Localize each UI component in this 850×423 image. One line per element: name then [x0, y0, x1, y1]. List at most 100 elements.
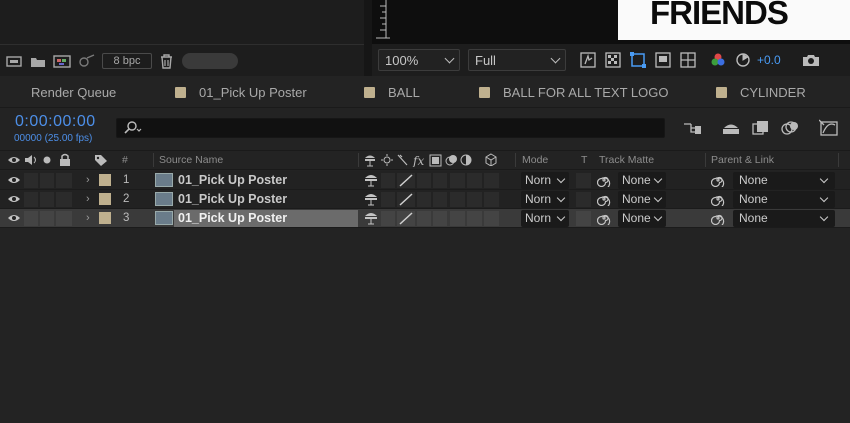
- tab-01-pick-up-poster[interactable]: 01_Pick Up Poster: [175, 85, 307, 100]
- col-t[interactable]: T: [581, 154, 587, 166]
- shy-switch-icon[interactable]: [364, 211, 378, 226]
- bit-depth-button[interactable]: 8 bpc: [102, 53, 152, 69]
- frame-rate-readout: 00000 (25.00 fps): [14, 133, 93, 144]
- audio-toggle[interactable]: [24, 192, 38, 207]
- parent-value: None: [739, 211, 768, 225]
- audio-toggle[interactable]: [24, 173, 38, 188]
- frame-blending-icon[interactable]: [750, 118, 772, 138]
- trash-icon[interactable]: [156, 52, 176, 70]
- label-color-swatch[interactable]: [99, 193, 111, 205]
- color-channels-icon[interactable]: [708, 50, 728, 70]
- layer-row[interactable]: › 1 01_Pick Up Poster Norn None None: [0, 171, 850, 190]
- track-matte-pickwhip-icon[interactable]: [597, 211, 611, 225]
- col-track-matte[interactable]: Track Matte: [599, 154, 654, 166]
- preserve-transparency-toggle[interactable]: [576, 192, 591, 207]
- magnification-dropdown[interactable]: 100%: [378, 49, 460, 71]
- blend-mode-dropdown[interactable]: Norn: [521, 172, 569, 189]
- mask-visibility-icon[interactable]: [628, 50, 648, 70]
- collapse-switch[interactable]: [381, 211, 395, 226]
- blend-mode-dropdown[interactable]: Norn: [521, 191, 569, 208]
- current-time-display[interactable]: 0:00:00:00: [15, 113, 96, 131]
- tab-cylinder[interactable]: CYLINDER: [716, 85, 806, 100]
- collapse-switch[interactable]: [381, 173, 395, 188]
- effect-switch[interactable]: [417, 173, 431, 188]
- resolution-dropdown[interactable]: Full: [468, 49, 566, 71]
- adjustment-switch[interactable]: [467, 173, 482, 188]
- blend-mode-dropdown[interactable]: Norn: [521, 210, 569, 227]
- track-matte-dropdown[interactable]: None: [618, 210, 666, 227]
- region-of-interest-icon[interactable]: [653, 50, 673, 70]
- track-matte-dropdown[interactable]: None: [618, 191, 666, 208]
- parent-pickwhip-icon[interactable]: [711, 211, 725, 225]
- effect-switch[interactable]: [417, 192, 431, 207]
- label-color-swatch[interactable]: [99, 212, 111, 224]
- solo-toggle[interactable]: [40, 211, 54, 226]
- panel-divider[interactable]: [364, 0, 372, 76]
- 3d-layer-switch[interactable]: [484, 211, 499, 226]
- preserve-transparency-toggle[interactable]: [576, 173, 591, 188]
- lock-toggle[interactable]: [56, 173, 72, 188]
- snapshot-camera-icon[interactable]: [801, 50, 821, 70]
- shy-switch-icon[interactable]: [364, 173, 378, 188]
- adjustment-switch[interactable]: [467, 192, 482, 207]
- frame-blend-switch[interactable]: [433, 173, 447, 188]
- chevron-down-icon: [556, 212, 566, 222]
- grid-guides-icon[interactable]: [678, 50, 698, 70]
- motion-blur-switch[interactable]: [450, 192, 465, 207]
- interpret-footage-icon[interactable]: [4, 52, 24, 70]
- composition-flowchart-icon[interactable]: [682, 118, 704, 138]
- parent-pickwhip-icon[interactable]: [711, 192, 725, 206]
- 3d-layer-switch[interactable]: [484, 173, 499, 188]
- parent-dropdown[interactable]: None: [733, 172, 835, 189]
- collapse-switch[interactable]: [381, 192, 395, 207]
- track-matte-pickwhip-icon[interactable]: [597, 173, 611, 187]
- col-parent-link[interactable]: Parent & Link: [711, 154, 774, 166]
- layer-row[interactable]: › 2 01_Pick Up Poster Norn None None: [0, 190, 850, 209]
- fast-previews-icon[interactable]: [578, 50, 598, 70]
- solo-toggle[interactable]: [40, 173, 54, 188]
- frame-blend-switch[interactable]: [433, 192, 447, 207]
- layer-search-input[interactable]: [116, 118, 665, 138]
- expand-chevron-icon[interactable]: ›: [86, 193, 90, 205]
- effect-switch[interactable]: [417, 211, 431, 226]
- new-folder-icon[interactable]: [28, 52, 48, 70]
- preserve-transparency-toggle[interactable]: [576, 211, 591, 226]
- motion-blur-icon[interactable]: [779, 118, 801, 138]
- motion-blur-switch[interactable]: [450, 173, 465, 188]
- video-eye-icon[interactable]: [7, 175, 21, 185]
- project-settings-icon[interactable]: [76, 52, 96, 70]
- frame-blend-switch[interactable]: [433, 211, 447, 226]
- track-matte-pickwhip-icon[interactable]: [597, 192, 611, 206]
- tab-ball-for-all-text-logo[interactable]: BALL FOR ALL TEXT LOGO: [479, 85, 668, 100]
- chevron-down-icon: [556, 193, 566, 203]
- col-mode[interactable]: Mode: [522, 154, 548, 166]
- 3d-layer-switch[interactable]: [484, 192, 499, 207]
- reset-exposure-icon[interactable]: [733, 50, 753, 70]
- lock-toggle[interactable]: [56, 211, 72, 226]
- motion-blur-switch[interactable]: [450, 211, 465, 226]
- expand-chevron-icon[interactable]: ›: [86, 212, 90, 224]
- parent-dropdown[interactable]: None: [733, 210, 835, 227]
- exposure-value[interactable]: +0.0: [757, 53, 781, 67]
- audio-toggle[interactable]: [24, 211, 38, 226]
- transparency-grid-icon[interactable]: [603, 50, 623, 70]
- parent-dropdown[interactable]: None: [733, 191, 835, 208]
- tab-ball[interactable]: BALL: [364, 85, 420, 100]
- col-source-name[interactable]: Source Name: [159, 154, 223, 166]
- tab-render-queue[interactable]: Render Queue: [31, 85, 116, 100]
- expand-chevron-icon[interactable]: ›: [86, 174, 90, 186]
- track-matte-dropdown[interactable]: None: [618, 172, 666, 189]
- layer-row[interactable]: › 3 01_Pick Up Poster Norn None None: [0, 209, 850, 228]
- lock-toggle[interactable]: [56, 192, 72, 207]
- parent-pickwhip-icon[interactable]: [711, 173, 725, 187]
- adjustment-switch[interactable]: [467, 211, 482, 226]
- solo-toggle[interactable]: [40, 192, 54, 207]
- graph-editor-icon[interactable]: [818, 118, 840, 138]
- label-color-swatch[interactable]: [99, 174, 111, 186]
- shy-layers-icon[interactable]: [720, 118, 742, 138]
- video-eye-icon[interactable]: [7, 213, 21, 223]
- shy-switch-icon[interactable]: [364, 192, 378, 207]
- video-eye-icon[interactable]: [7, 194, 21, 204]
- thumbnail-size-slider[interactable]: [182, 53, 238, 69]
- new-composition-icon[interactable]: [52, 52, 72, 70]
